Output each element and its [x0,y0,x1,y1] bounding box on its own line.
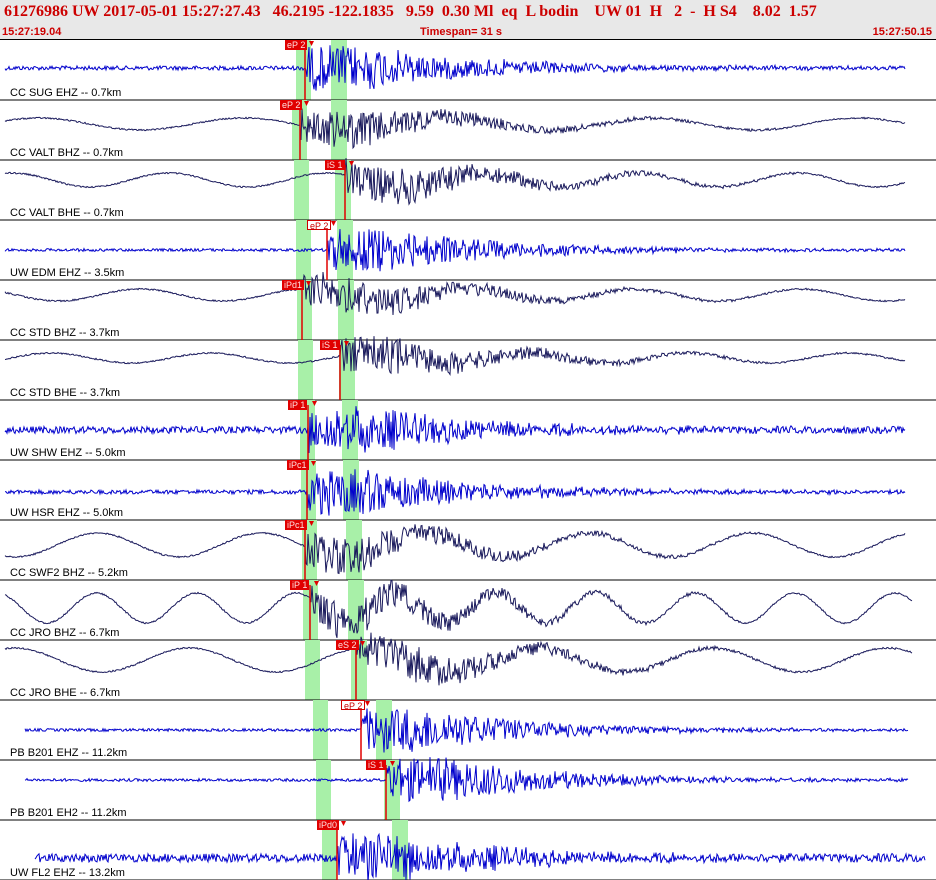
trace-row[interactable] [0,100,936,161]
trace-label: CC STD BHZ -- 3.7km [10,327,120,339]
trace-label: CC STD BHE -- 3.7km [10,387,121,399]
waveform [34,832,926,880]
pick-window [316,760,331,820]
trace-label: CC VALT BHE -- 0.7km [10,207,124,219]
waveform [4,158,906,206]
pick-label[interactable]: eP 2 [280,100,303,110]
pick-label[interactable]: iS 1 [325,160,345,170]
waveform [4,524,906,575]
pick-label[interactable]: iPc1 [285,520,307,530]
waveform [4,406,906,454]
waveform [4,579,913,639]
pick-label[interactable]: eP 2 [341,700,366,711]
trace-row[interactable] [0,460,936,521]
pick-marker-icon [341,821,346,826]
trace-row[interactable] [0,40,936,101]
event-header: 61276986 UW 2017-05-01 15:27:27.43 46.21… [0,0,936,40]
pick-label[interactable]: iS 1 [366,760,386,770]
event-title: 61276986 UW 2017-05-01 15:27:27.43 46.21… [4,3,817,20]
pick-window [294,160,309,220]
pick-label[interactable]: iS 1 [320,340,340,350]
pick-marker-icon [331,221,336,226]
trace-label: UW SHW EHZ -- 5.0km [10,447,126,459]
waveform [24,757,909,803]
waveform [4,632,913,686]
trace-label: CC VALT BHZ -- 0.7km [10,147,124,159]
pick-marker-icon [365,701,370,706]
trace-label: UW FL2 EHZ -- 13.2km [10,867,125,879]
trace-row[interactable] [0,820,936,880]
pick-label[interactable]: iP 1 [290,580,310,590]
trace-label: CC JRO BHZ -- 6.7km [10,627,120,639]
trace-row[interactable] [0,220,936,281]
pick-label[interactable]: eP 2 [285,40,308,50]
waveform [4,336,906,377]
pick-window [305,640,320,700]
trace-label: CC SWF2 BHZ -- 5.2km [10,567,128,579]
pick-window [298,340,313,400]
pick-label[interactable]: iPc1 [287,460,309,470]
trace-row[interactable] [0,336,936,401]
trace-row[interactable] [0,757,936,821]
waveform [4,271,906,316]
trace-row[interactable] [0,632,936,701]
pick-label[interactable]: eS 2 [336,640,359,650]
pick-window [346,520,362,580]
start-time: 15:27:19.04 [2,26,62,38]
trace-label: CC SUG EHZ -- 0.7km [10,87,122,99]
pick-window [348,580,364,640]
trace-label: UW HSR EHZ -- 5.0km [10,507,124,519]
trace-row[interactable] [0,700,936,761]
pick-label[interactable]: iPd0 [317,820,340,830]
seismogram-viewer: 61276986 UW 2017-05-01 15:27:27.43 46.21… [0,0,936,880]
waveform [4,108,906,150]
pick-label[interactable]: iP 1 [288,400,308,410]
waveform [4,45,906,91]
trace-panel[interactable] [0,40,936,880]
pick-label[interactable]: eP 2 [307,220,332,231]
waveform [24,708,909,753]
trace-label: CC JRO BHE -- 6.7km [10,687,121,699]
trace-row[interactable] [0,520,936,581]
waveform [4,229,906,272]
pick-label[interactable]: iPd1 [282,280,305,290]
trace-row[interactable] [0,579,936,641]
end-time: 15:27:50.15 [872,26,932,38]
trace-label: PB B201 EH2 -- 11.2km [10,807,127,819]
trace-row[interactable] [0,271,936,341]
trace-row[interactable] [0,400,936,461]
timespan: Timespan= 31 s [420,26,503,38]
trace-label: PB B201 EHZ -- 11.2km [10,747,128,759]
waveform [4,469,906,516]
trace-row[interactable] [0,158,936,221]
trace-label: UW EDM EHZ -- 3.5km [10,267,125,279]
